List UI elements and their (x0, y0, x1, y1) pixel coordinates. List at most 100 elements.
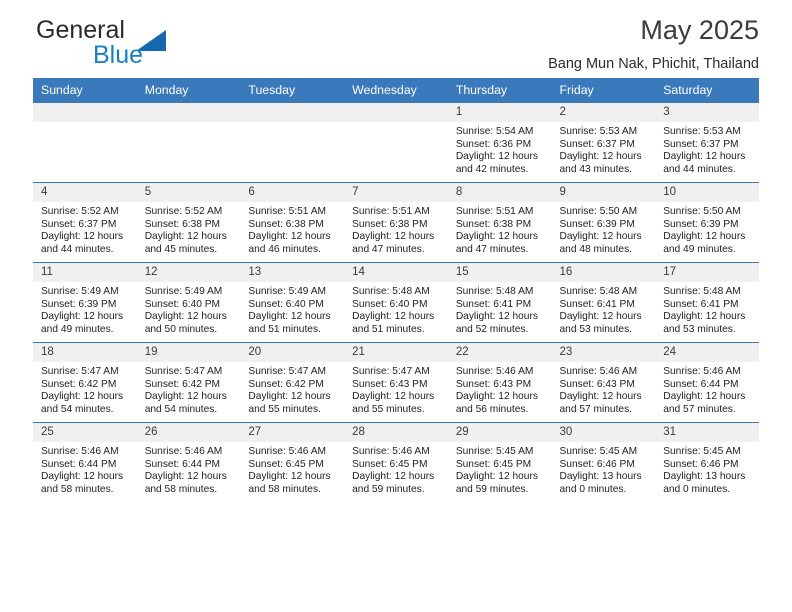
calendar-week-row: 4 Sunrise: 5:52 AM Sunset: 6:37 PM Daylight… (33, 182, 759, 263)
sunrise-text: Sunrise: 5:46 AM (352, 446, 430, 457)
sunset-text: Sunset: 6:38 PM (455, 218, 532, 230)
calendar-day-cell[interactable]: 29 Sunrise: 5:45 AM Sunset: 6:45 PM Dayligh… (447, 422, 552, 502)
daylight-text: and 49 minutes. (41, 323, 114, 335)
day-number: 3 (655, 103, 759, 122)
general-blue-logo[interactable]: General Blue (36, 16, 216, 72)
sunrise-text: Sunrise: 5:53 AM (663, 126, 741, 137)
daylight-text: Daylight: 12 hours (248, 391, 331, 403)
daylight-text: Daylight: 12 hours (144, 391, 227, 403)
sunset-text: Sunset: 6:45 PM (455, 458, 532, 470)
day-details: Sunrise: 5:48 AM Sunset: 6:41 PM Daylight:… (655, 282, 759, 336)
day-number: 23 (551, 343, 656, 362)
daylight-text: and 51 minutes. (352, 323, 425, 335)
daylight-text: Daylight: 12 hours (663, 391, 746, 403)
sunrise-text: Sunrise: 5:51 AM (455, 206, 534, 217)
weekday-header-row: Sunday Monday Tuesday Wednesday Thursday… (33, 78, 759, 103)
daylight-text: Daylight: 12 hours (455, 231, 538, 243)
weekday-header-saturday: Saturday (655, 78, 759, 103)
calendar-day-cell[interactable]: 3 Sunrise: 5:53 AM Sunset: 6:37 PM Daylight… (655, 102, 759, 183)
day-details: Sunrise: 5:52 AM Sunset: 6:38 PM Daylight:… (137, 202, 241, 256)
calendar-day-cell[interactable]: 24 Sunrise: 5:46 AM Sunset: 6:44 PM Dayligh… (655, 342, 759, 423)
calendar-day-cell[interactable]: 15 Sunrise: 5:48 AM Sunset: 6:41 PM Dayligh… (447, 262, 552, 343)
calendar-day-cell[interactable]: 23 Sunrise: 5:46 AM Sunset: 6:43 PM Dayligh… (551, 342, 656, 423)
calendar-day-cell[interactable]: 12 Sunrise: 5:49 AM Sunset: 6:40 PM Dayligh… (136, 262, 241, 343)
day-details: Sunrise: 5:51 AM Sunset: 6:38 PM Daylight:… (344, 202, 448, 256)
calendar-day-cell[interactable]: 13 Sunrise: 5:49 AM Sunset: 6:40 PM Dayligh… (240, 262, 345, 343)
calendar-day-cell[interactable]: 14 Sunrise: 5:48 AM Sunset: 6:40 PM Dayligh… (344, 262, 448, 343)
sunset-text: Sunset: 6:45 PM (248, 458, 324, 470)
day-number: 10 (655, 183, 759, 202)
calendar-day-cell[interactable]: 26 Sunrise: 5:46 AM Sunset: 6:44 PM Dayligh… (136, 422, 241, 502)
calendar-day-cell[interactable]: 20 Sunrise: 5:47 AM Sunset: 6:42 PM Dayligh… (240, 342, 345, 423)
sunset-text: Sunset: 6:40 PM (248, 298, 324, 310)
day-number: 20 (240, 343, 345, 362)
sunset-text: Sunset: 6:36 PM (455, 138, 532, 150)
calendar-day-cell[interactable]: 19 Sunrise: 5:47 AM Sunset: 6:42 PM Dayligh… (136, 342, 241, 423)
sunrise-text: Sunrise: 5:45 AM (559, 446, 638, 457)
sunrise-text: Sunrise: 5:48 AM (352, 286, 430, 297)
day-details: Sunrise: 5:48 AM Sunset: 6:41 PM Daylight:… (448, 282, 552, 336)
calendar-day-cell[interactable]: 27 Sunrise: 5:46 AM Sunset: 6:45 PM Dayligh… (240, 422, 345, 502)
day-details: Sunrise: 5:47 AM Sunset: 6:42 PM Daylight:… (33, 362, 137, 416)
daylight-text: Daylight: 12 hours (559, 391, 642, 403)
calendar-day-cell[interactable]: 22 Sunrise: 5:46 AM Sunset: 6:43 PM Dayligh… (447, 342, 552, 423)
day-details: Sunrise: 5:46 AM Sunset: 6:43 PM Daylight:… (448, 362, 552, 416)
daylight-text: Daylight: 12 hours (559, 311, 642, 323)
daylight-text: and 59 minutes. (455, 483, 529, 495)
calendar-day-cell[interactable]: 9 Sunrise: 5:50 AM Sunset: 6:39 PM Daylight… (551, 182, 656, 263)
day-details: Sunrise: 5:46 AM Sunset: 6:45 PM Daylight:… (240, 442, 344, 496)
calendar-day-cell[interactable]: 6 Sunrise: 5:51 AM Sunset: 6:38 PM Daylight… (240, 182, 345, 263)
calendar-day-cell[interactable]: 17 Sunrise: 5:48 AM Sunset: 6:41 PM Dayligh… (655, 262, 759, 343)
calendar-day-cell[interactable]: 30 Sunrise: 5:45 AM Sunset: 6:46 PM Dayligh… (551, 422, 656, 502)
daylight-text: Daylight: 12 hours (352, 471, 435, 483)
sunrise-text: Sunrise: 5:50 AM (559, 206, 638, 217)
day-number: 30 (551, 423, 656, 442)
sunrise-text: Sunrise: 5:48 AM (559, 286, 638, 297)
calendar-week-row: 25 Sunrise: 5:46 AM Sunset: 6:44 PM Dayligh… (33, 422, 759, 502)
daylight-text: and 48 minutes. (559, 243, 633, 255)
sunset-text: Sunset: 6:43 PM (455, 378, 532, 390)
daylight-text: and 47 minutes. (455, 243, 529, 255)
day-number: 15 (447, 263, 552, 282)
calendar-day-cell[interactable]: 10 Sunrise: 5:50 AM Sunset: 6:39 PM Dayligh… (655, 182, 759, 263)
calendar-day-cell[interactable]: 21 Sunrise: 5:47 AM Sunset: 6:43 PM Dayligh… (344, 342, 448, 423)
sunset-text: Sunset: 6:44 PM (663, 378, 739, 390)
day-number: 16 (551, 263, 656, 282)
calendar-day-cell[interactable]: 8 Sunrise: 5:51 AM Sunset: 6:38 PM Daylight… (447, 182, 552, 263)
calendar-day-cell[interactable]: 18 Sunrise: 5:47 AM Sunset: 6:42 PM Dayligh… (33, 342, 137, 423)
day-number: 31 (655, 423, 759, 442)
calendar-day-cell[interactable]: 7 Sunrise: 5:51 AM Sunset: 6:38 PM Daylight… (344, 182, 448, 263)
daylight-text: Daylight: 12 hours (455, 391, 538, 403)
calendar-day-cell[interactable]: 16 Sunrise: 5:48 AM Sunset: 6:41 PM Dayligh… (551, 262, 656, 343)
daylight-text: Daylight: 12 hours (455, 151, 538, 163)
logo-text-blue: Blue (93, 41, 144, 69)
daylight-text: Daylight: 12 hours (41, 391, 124, 403)
weekday-header-wednesday: Wednesday (344, 78, 448, 103)
day-details: Sunrise: 5:45 AM Sunset: 6:46 PM Daylight:… (552, 442, 656, 496)
sunset-text: Sunset: 6:37 PM (41, 218, 117, 230)
sunset-text: Sunset: 6:38 PM (144, 218, 221, 230)
daylight-text: and 47 minutes. (352, 243, 425, 255)
daylight-text: and 58 minutes. (41, 483, 114, 495)
calendar-day-cell[interactable]: 4 Sunrise: 5:52 AM Sunset: 6:37 PM Daylight… (33, 182, 137, 263)
day-details: Sunrise: 5:45 AM Sunset: 6:45 PM Daylight:… (448, 442, 552, 496)
calendar-day-cell[interactable]: 25 Sunrise: 5:46 AM Sunset: 6:44 PM Dayligh… (33, 422, 137, 502)
day-number: 27 (240, 423, 345, 442)
day-details: Sunrise: 5:54 AM Sunset: 6:36 PM Daylight:… (448, 122, 552, 176)
day-details: Sunrise: 5:49 AM Sunset: 6:39 PM Daylight:… (33, 282, 137, 336)
day-number: 1 (447, 103, 552, 122)
daylight-text: Daylight: 12 hours (352, 391, 435, 403)
daylight-text: Daylight: 12 hours (663, 151, 746, 163)
calendar-day-cell[interactable]: 5 Sunrise: 5:52 AM Sunset: 6:38 PM Daylight… (136, 182, 241, 263)
calendar-day-cell[interactable]: 2 Sunrise: 5:53 AM Sunset: 6:37 PM Daylight… (551, 102, 656, 183)
day-number (344, 103, 448, 122)
daylight-text: and 44 minutes. (41, 243, 114, 255)
calendar-day-cell[interactable]: 31 Sunrise: 5:45 AM Sunset: 6:46 PM Dayligh… (655, 422, 759, 502)
daylight-text: and 58 minutes. (248, 483, 321, 495)
calendar-day-cell[interactable]: 1 Sunrise: 5:54 AM Sunset: 6:36 PM Daylight… (447, 102, 552, 183)
day-number: 25 (33, 423, 137, 442)
calendar-day-cell[interactable]: 11 Sunrise: 5:49 AM Sunset: 6:39 PM Dayligh… (33, 262, 137, 343)
sunset-text: Sunset: 6:37 PM (559, 138, 635, 150)
day-details: Sunrise: 5:49 AM Sunset: 6:40 PM Daylight:… (240, 282, 344, 336)
calendar-day-cell[interactable]: 28 Sunrise: 5:46 AM Sunset: 6:45 PM Dayligh… (344, 422, 448, 502)
